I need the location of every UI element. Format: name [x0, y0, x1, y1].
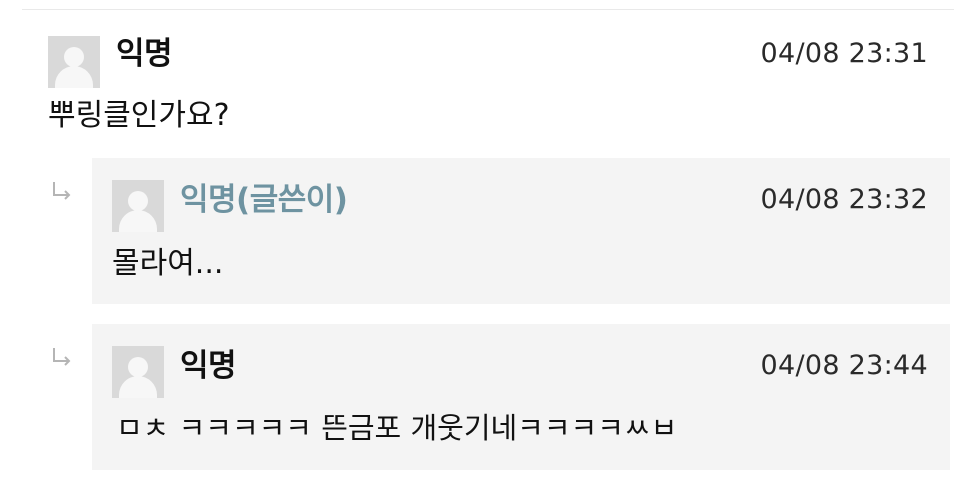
reply-arrow-icon: [53, 182, 71, 200]
reply-timestamp: 04/08 23:32: [760, 184, 928, 215]
reply-item: 익명(글쓴이) 04/08 23:32 몰라여...: [92, 158, 950, 304]
reply-author-original-poster[interactable]: 익명(글쓴이): [180, 182, 348, 218]
default-avatar-icon[interactable]: [48, 36, 100, 88]
default-avatar-icon[interactable]: [112, 346, 164, 398]
reply-item: 익명 04/08 23:44 ㅁㅊ ㅋㅋㅋㅋㅋ 뜬금포 개웃기네ㅋㅋㅋㅋㅆㅂ: [92, 324, 950, 470]
default-avatar-icon[interactable]: [112, 180, 164, 232]
reply-text: ㅁㅊ ㅋㅋㅋㅋㅋ 뜬금포 개웃기네ㅋㅋㅋㅋㅆㅂ: [116, 411, 678, 445]
reply-text: 몰라여...: [112, 246, 224, 281]
reply-arrow-icon: [53, 348, 71, 366]
reply-timestamp: 04/08 23:44: [760, 350, 928, 381]
reply-author[interactable]: 익명: [180, 348, 237, 384]
comment-text: 뿌링클인가요?: [48, 98, 230, 133]
top-divider: [22, 9, 954, 10]
comment-item: 익명 04/08 23:31 뿌링클인가요?: [48, 28, 928, 138]
comment-author[interactable]: 익명: [116, 36, 173, 72]
comment-timestamp: 04/08 23:31: [760, 38, 928, 69]
